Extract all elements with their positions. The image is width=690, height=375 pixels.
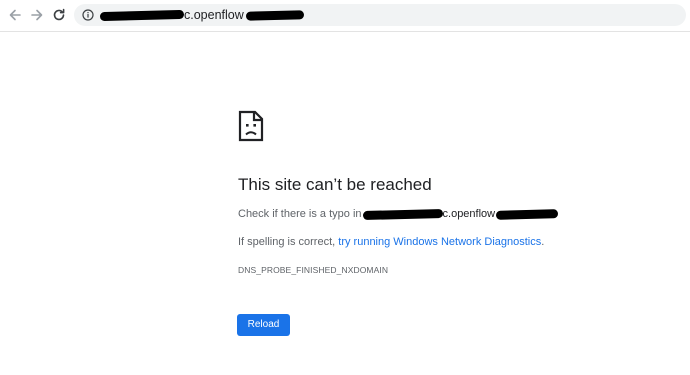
arrow-left-icon	[9, 9, 21, 21]
redaction-mark	[245, 10, 304, 21]
redaction-mark	[99, 10, 185, 22]
spelling-hint-text: If spelling is correct,	[238, 236, 339, 248]
error-title: This site can’t be reached	[238, 175, 432, 194]
error-code: DNS_PROBE_FINISHED_NXDOMAIN	[238, 265, 389, 275]
address-bar[interactable]: c.openflow	[74, 4, 686, 26]
spelling-hint-suffix: .	[541, 236, 545, 248]
forward-button[interactable]	[28, 6, 46, 24]
network-diagnostics-link[interactable]: try running Windows Network Diagnostics	[338, 236, 541, 248]
typo-hint: Check if there is a typo in c.openflow	[238, 208, 559, 220]
redaction-mark	[362, 208, 443, 220]
info-circle-icon[interactable]	[82, 9, 94, 21]
spelling-hint: If spelling is correct, try running Wind…	[238, 236, 544, 248]
reload-toolbar-button[interactable]	[50, 6, 68, 24]
reload-icon	[53, 8, 65, 21]
arrow-right-icon	[31, 9, 43, 21]
redaction-mark	[496, 208, 559, 220]
reload-button[interactable]: Reload	[237, 314, 290, 336]
sad-document-icon	[238, 110, 264, 142]
typo-hint-text: Check if there is a typo in	[238, 208, 362, 220]
url-fragment: c.openflow	[184, 8, 244, 22]
typo-domain: c.openflow	[442, 208, 496, 220]
back-button[interactable]	[6, 6, 24, 24]
browser-toolbar: c.openflow	[0, 0, 690, 32]
url-text: c.openflow	[99, 7, 304, 23]
